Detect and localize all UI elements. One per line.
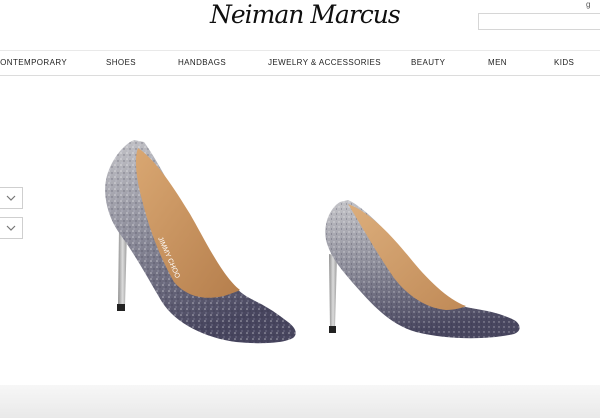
search-box[interactable] <box>478 13 600 32</box>
thumbnail-scroll-button[interactable] <box>0 217 23 239</box>
footer-gradient <box>0 385 600 418</box>
nav-item-men[interactable]: MEN <box>488 51 507 75</box>
account-link[interactable]: g <box>586 0 590 9</box>
brand-logo[interactable]: Neiman Marcus <box>210 0 401 30</box>
chevron-down-icon <box>6 225 16 231</box>
main-navigation: CONTEMPORARY SHOES HANDBAGS JEWELRY & AC… <box>0 50 600 76</box>
site-header: Neiman Marcus g <box>0 0 600 44</box>
chevron-down-icon <box>6 195 16 201</box>
thumbnail-scroll-button[interactable] <box>0 187 23 209</box>
product-image-alt[interactable] <box>318 196 524 344</box>
search-input[interactable] <box>479 16 600 32</box>
product-image-main[interactable]: JIMMY CHOO <box>96 134 302 350</box>
nav-item-handbags[interactable]: HANDBAGS <box>178 51 226 75</box>
nav-item-shoes[interactable]: SHOES <box>106 51 136 75</box>
nav-item-kids[interactable]: KIDS <box>554 51 574 75</box>
nav-item-contemporary[interactable]: CONTEMPORARY <box>0 51 67 75</box>
nav-item-jewelry-accessories[interactable]: JEWELRY & ACCESSORIES <box>268 51 381 75</box>
nav-item-beauty[interactable]: BEAUTY <box>411 51 445 75</box>
